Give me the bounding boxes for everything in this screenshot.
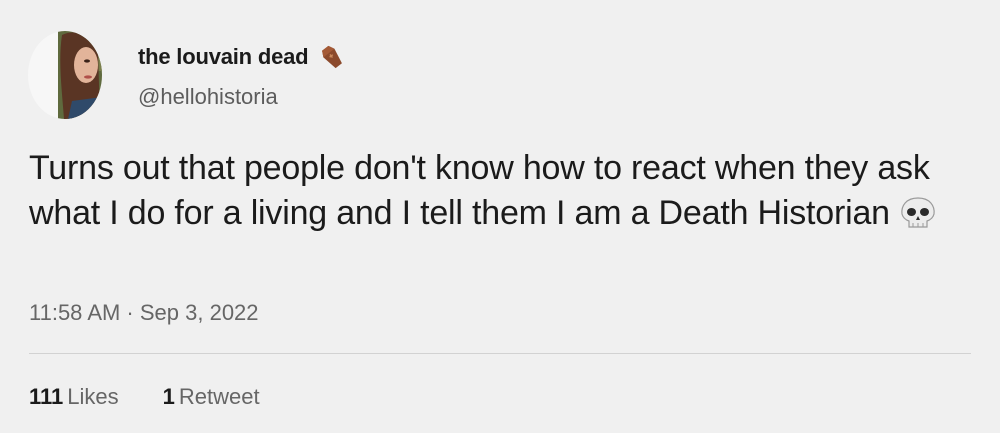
display-name[interactable]: the louvain dead <box>138 44 309 70</box>
likes-count: 111 <box>29 384 64 409</box>
tweet-text: Turns out that people don't know how to … <box>29 146 979 236</box>
retweets-stat[interactable]: 1 Retweet <box>163 384 260 410</box>
author-name-row: the louvain dead <box>138 44 344 70</box>
tweet-body: Turns out that people don't know how to … <box>29 149 930 232</box>
skull-icon <box>898 196 938 230</box>
author-handle[interactable]: @hellohistoria <box>138 84 278 110</box>
retweets-label: Retweet <box>178 384 260 409</box>
retweets-count: 1 <box>162 384 175 409</box>
tweet-card: the louvain dead @hellohistoria Turns ou… <box>0 0 1000 433</box>
timestamp[interactable]: 11:58 AM · Sep 3, 2022 <box>29 300 259 326</box>
likes-stat[interactable]: 111 Likes <box>29 384 119 410</box>
engagement-stats: 111 Likes 1 Retweet <box>29 384 260 410</box>
avatar[interactable] <box>28 31 102 119</box>
divider <box>29 353 971 354</box>
likes-label: Likes <box>67 384 119 409</box>
coffin-icon <box>320 44 344 70</box>
